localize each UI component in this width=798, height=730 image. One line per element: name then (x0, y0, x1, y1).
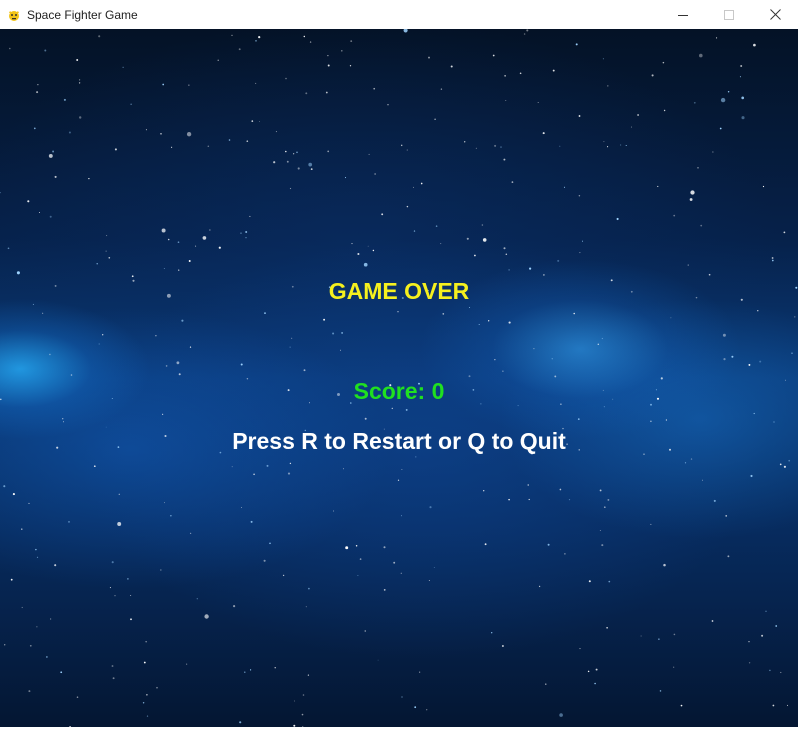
minimize-button[interactable] (660, 0, 706, 29)
window-title: Space Fighter Game (27, 7, 138, 22)
game-window: Space Fighter Game GAME OVER Score: 0 Pr… (0, 0, 798, 730)
maximize-button[interactable] (706, 0, 752, 29)
close-button[interactable] (752, 0, 798, 29)
game-over-text: GAME OVER (328, 278, 470, 304)
restart-quit-prompt: Press R to Restart or Q to Quit (232, 428, 566, 454)
minimize-icon (678, 14, 688, 16)
close-icon (769, 9, 781, 20)
pygame-icon (7, 8, 21, 22)
title-bar[interactable]: Space Fighter Game (0, 0, 798, 29)
maximize-icon (724, 9, 734, 20)
game-canvas[interactable]: GAME OVER Score: 0 Press R to Restart or… (0, 29, 798, 727)
score-text: Score: 0 (353, 378, 445, 404)
window-controls (660, 0, 798, 29)
